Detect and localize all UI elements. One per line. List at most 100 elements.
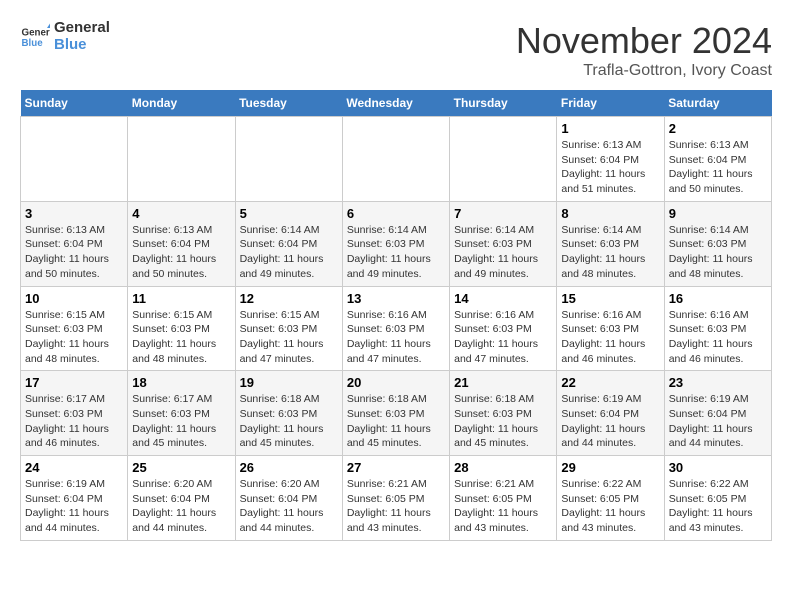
day-info: Sunrise: 6:19 AM Sunset: 6:04 PM Dayligh… [25, 477, 123, 536]
day-info: Sunrise: 6:20 AM Sunset: 6:04 PM Dayligh… [240, 477, 338, 536]
calendar-cell [128, 117, 235, 202]
day-info: Sunrise: 6:14 AM Sunset: 6:03 PM Dayligh… [561, 223, 659, 282]
day-number: 19 [240, 375, 338, 390]
day-number: 4 [132, 206, 230, 221]
day-number: 14 [454, 291, 552, 306]
day-number: 24 [25, 460, 123, 475]
day-number: 30 [669, 460, 767, 475]
day-number: 18 [132, 375, 230, 390]
day-number: 1 [561, 121, 659, 136]
day-info: Sunrise: 6:22 AM Sunset: 6:05 PM Dayligh… [669, 477, 767, 536]
week-row-3: 17Sunrise: 6:17 AM Sunset: 6:03 PM Dayli… [21, 371, 772, 456]
day-number: 22 [561, 375, 659, 390]
header: General Blue General Blue November 2024 … [20, 20, 772, 80]
logo-line2: Blue [54, 37, 110, 54]
calendar-cell: 20 Sunrise: 6:18 AM Sunset: 6:03 PM Dayli… [342, 371, 449, 456]
day-number: 5 [240, 206, 338, 221]
weekday-friday: Friday [557, 90, 664, 117]
week-row-4: 24 Sunrise: 6:19 AM Sunset: 6:04 PM Dayli… [21, 456, 772, 541]
calendar-cell: 18 Sunrise: 6:17 AM Sunset: 6:03 PM Dayli… [128, 371, 235, 456]
day-info: Sunrise: 6:22 AM Sunset: 6:05 PM Dayligh… [561, 477, 659, 536]
day-info: Sunrise: 6:18 AM Sunset: 6:03 PM Dayligh… [347, 392, 445, 451]
day-number: 25 [132, 460, 230, 475]
day-number: 10 [25, 291, 123, 306]
calendar-cell: 4 Sunrise: 6:13 AM Sunset: 6:04 PM Daylig… [128, 201, 235, 286]
day-info: Sunrise: 6:19 AM Sunset: 6:04 PM Dayligh… [669, 392, 767, 451]
title-area: November 2024 Trafla-Gottron, Ivory Coas… [516, 20, 772, 80]
day-info: Sunrise: 6:14 AM Sunset: 6:03 PM Dayligh… [669, 223, 767, 282]
day-number: 6 [347, 206, 445, 221]
logo-line1: General [54, 20, 110, 37]
day-info: Sunrise: 6:13 AM Sunset: 6:04 PM Dayligh… [669, 138, 767, 197]
calendar-cell: 29Sunrise: 6:22 AM Sunset: 6:05 PM Dayli… [557, 456, 664, 541]
calendar-cell: 28Sunrise: 6:21 AM Sunset: 6:05 PM Dayli… [450, 456, 557, 541]
logo-icon: General Blue [20, 22, 50, 52]
calendar-cell: 1 Sunrise: 6:13 AM Sunset: 6:04 PM Daylig… [557, 117, 664, 202]
calendar-cell: 30 Sunrise: 6:22 AM Sunset: 6:05 PM Dayli… [664, 456, 771, 541]
day-info: Sunrise: 6:13 AM Sunset: 6:04 PM Dayligh… [132, 223, 230, 282]
calendar-cell: 25 Sunrise: 6:20 AM Sunset: 6:04 PM Dayli… [128, 456, 235, 541]
day-info: Sunrise: 6:20 AM Sunset: 6:04 PM Dayligh… [132, 477, 230, 536]
day-number: 21 [454, 375, 552, 390]
day-number: 20 [347, 375, 445, 390]
day-info: Sunrise: 6:17 AM Sunset: 6:03 PM Dayligh… [25, 392, 123, 451]
week-row-0: 1 Sunrise: 6:13 AM Sunset: 6:04 PM Daylig… [21, 117, 772, 202]
weekday-sunday: Sunday [21, 90, 128, 117]
day-number: 3 [25, 206, 123, 221]
day-info: Sunrise: 6:18 AM Sunset: 6:03 PM Dayligh… [240, 392, 338, 451]
day-number: 27 [347, 460, 445, 475]
weekday-thursday: Thursday [450, 90, 557, 117]
day-info: Sunrise: 6:15 AM Sunset: 6:03 PM Dayligh… [132, 308, 230, 367]
calendar-cell: 24 Sunrise: 6:19 AM Sunset: 6:04 PM Dayli… [21, 456, 128, 541]
day-info: Sunrise: 6:16 AM Sunset: 6:03 PM Dayligh… [454, 308, 552, 367]
weekday-saturday: Saturday [664, 90, 771, 117]
day-number: 7 [454, 206, 552, 221]
day-info: Sunrise: 6:18 AM Sunset: 6:03 PM Dayligh… [454, 392, 552, 451]
day-number: 23 [669, 375, 767, 390]
day-info: Sunrise: 6:17 AM Sunset: 6:03 PM Dayligh… [132, 392, 230, 451]
day-number: 12 [240, 291, 338, 306]
day-number: 11 [132, 291, 230, 306]
calendar-cell: 27 Sunrise: 6:21 AM Sunset: 6:05 PM Dayli… [342, 456, 449, 541]
day-number: 9 [669, 206, 767, 221]
logo: General Blue General Blue [20, 20, 110, 53]
calendar-cell [450, 117, 557, 202]
day-info: Sunrise: 6:16 AM Sunset: 6:03 PM Dayligh… [347, 308, 445, 367]
day-number: 16 [669, 291, 767, 306]
day-info: Sunrise: 6:15 AM Sunset: 6:03 PM Dayligh… [240, 308, 338, 367]
day-info: Sunrise: 6:14 AM Sunset: 6:03 PM Dayligh… [454, 223, 552, 282]
calendar-body: 1 Sunrise: 6:13 AM Sunset: 6:04 PM Daylig… [21, 117, 772, 541]
day-info: Sunrise: 6:14 AM Sunset: 6:04 PM Dayligh… [240, 223, 338, 282]
day-info: Sunrise: 6:15 AM Sunset: 6:03 PM Dayligh… [25, 308, 123, 367]
day-number: 15 [561, 291, 659, 306]
calendar-table: SundayMondayTuesdayWednesdayThursdayFrid… [20, 90, 772, 541]
calendar-cell: 7 Sunrise: 6:14 AM Sunset: 6:03 PM Daylig… [450, 201, 557, 286]
day-number: 26 [240, 460, 338, 475]
calendar-cell [21, 117, 128, 202]
calendar-cell: 19 Sunrise: 6:18 AM Sunset: 6:03 PM Dayli… [235, 371, 342, 456]
day-info: Sunrise: 6:13 AM Sunset: 6:04 PM Dayligh… [561, 138, 659, 197]
calendar-cell: 14 Sunrise: 6:16 AM Sunset: 6:03 PM Dayli… [450, 286, 557, 371]
calendar-cell [342, 117, 449, 202]
day-number: 28 [454, 460, 552, 475]
day-info: Sunrise: 6:19 AM Sunset: 6:04 PM Dayligh… [561, 392, 659, 451]
day-number: 13 [347, 291, 445, 306]
day-info: Sunrise: 6:16 AM Sunset: 6:03 PM Dayligh… [669, 308, 767, 367]
weekday-wednesday: Wednesday [342, 90, 449, 117]
month-title: November 2024 [516, 20, 772, 62]
calendar-cell [235, 117, 342, 202]
calendar-cell: 8 Sunrise: 6:14 AM Sunset: 6:03 PM Daylig… [557, 201, 664, 286]
calendar-cell: 3 Sunrise: 6:13 AM Sunset: 6:04 PM Daylig… [21, 201, 128, 286]
day-info: Sunrise: 6:21 AM Sunset: 6:05 PM Dayligh… [347, 477, 445, 536]
calendar-cell: 15Sunrise: 6:16 AM Sunset: 6:03 PM Dayli… [557, 286, 664, 371]
day-number: 2 [669, 121, 767, 136]
calendar-cell: 17Sunrise: 6:17 AM Sunset: 6:03 PM Dayli… [21, 371, 128, 456]
calendar-cell: 5 Sunrise: 6:14 AM Sunset: 6:04 PM Daylig… [235, 201, 342, 286]
calendar-cell: 16 Sunrise: 6:16 AM Sunset: 6:03 PM Dayli… [664, 286, 771, 371]
calendar-cell: 21 Sunrise: 6:18 AM Sunset: 6:03 PM Dayli… [450, 371, 557, 456]
calendar-cell: 22 Sunrise: 6:19 AM Sunset: 6:04 PM Dayli… [557, 371, 664, 456]
calendar-cell: 9 Sunrise: 6:14 AM Sunset: 6:03 PM Daylig… [664, 201, 771, 286]
day-number: 8 [561, 206, 659, 221]
day-info: Sunrise: 6:13 AM Sunset: 6:04 PM Dayligh… [25, 223, 123, 282]
calendar-cell: 26 Sunrise: 6:20 AM Sunset: 6:04 PM Dayli… [235, 456, 342, 541]
